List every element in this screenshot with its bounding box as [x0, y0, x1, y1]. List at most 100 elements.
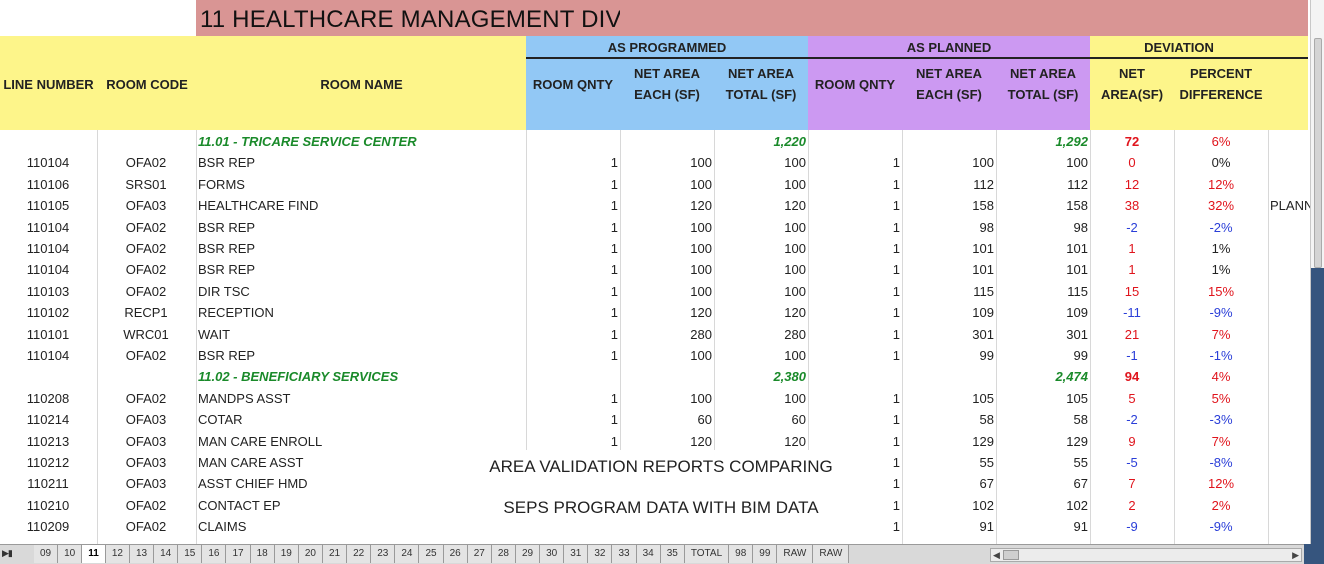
header-l-room-qnty[interactable]: ROOM QNTY [808, 70, 902, 98]
room-code-cell[interactable]: OFA02 [98, 345, 194, 366]
sheet-tab[interactable]: 26 [443, 545, 468, 563]
planned-total-cell[interactable]: 102 [998, 495, 1088, 516]
horizontal-scrollbar[interactable]: ◀ ▶ [990, 548, 1302, 562]
programmed-each-cell[interactable]: 100 [622, 238, 712, 259]
spreadsheet[interactable]: 11 HEALTHCARE MANAGEMENT DIVIS LINE NUMB… [0, 0, 1324, 564]
programmed-qnty-cell[interactable]: 1 [528, 345, 618, 366]
sheet-tab[interactable]: 31 [564, 545, 589, 563]
sheet-tab[interactable]: 33 [612, 545, 637, 563]
sheet-tab[interactable]: 09 [34, 545, 59, 563]
programmed-total-cell[interactable]: 100 [716, 174, 806, 195]
sheet-tab[interactable]: 28 [491, 545, 516, 563]
deviation-cell[interactable]: 38 [1092, 195, 1172, 216]
room-name-cell[interactable]: BSR REP [198, 152, 518, 173]
percent-cell[interactable]: -9% [1176, 302, 1266, 323]
room-name-cell[interactable]: DIR TSC [198, 281, 518, 302]
room-code-cell[interactable]: OFA02 [98, 217, 194, 238]
programmed-each-cell[interactable]: 60 [622, 409, 712, 430]
line-number-cell[interactable]: 110104 [0, 259, 96, 280]
planned-qnty-cell[interactable]: 1 [810, 217, 900, 238]
programmed-qnty-cell[interactable]: 1 [528, 259, 618, 280]
planned-each-cell[interactable]: 98 [904, 217, 994, 238]
overflow-text-cell[interactable]: PLANN [1270, 195, 1310, 216]
percent-cell[interactable]: 12% [1176, 174, 1266, 195]
percent-cell[interactable]: -8% [1176, 452, 1266, 473]
planned-each-cell[interactable]: 105 [904, 388, 994, 409]
room-name-cell[interactable]: MANDPS ASST [198, 388, 518, 409]
programmed-total-cell[interactable]: 100 [716, 388, 806, 409]
programmed-qnty-cell[interactable]: 1 [528, 431, 618, 452]
sheet-tab[interactable]: 27 [467, 545, 492, 563]
table-row[interactable]: 110208 OFA02 MANDPS ASST 1 100 100 1 105 105 5 5% [0, 388, 1310, 409]
sheet-tab[interactable]: 25 [419, 545, 444, 563]
sheet-tab[interactable]: 32 [588, 545, 613, 563]
programmed-each-cell[interactable]: 100 [622, 345, 712, 366]
sheet-tab[interactable]: 17 [226, 545, 251, 563]
sheet-tab[interactable]: 10 [58, 545, 83, 563]
planned-each-cell[interactable]: 58 [904, 409, 994, 430]
programmed-each-cell[interactable]: 120 [622, 195, 712, 216]
sheet-tab[interactable]: 24 [395, 545, 420, 563]
planned-total-cell[interactable]: 91 [998, 516, 1088, 537]
planned-each-cell[interactable]: 158 [904, 195, 994, 216]
room-name-cell[interactable]: ASST CHIEF HMD [198, 473, 518, 494]
table-row[interactable]: 110213 OFA03 MAN CARE ENROLL 1 120 120 1 129 129… [0, 431, 1310, 452]
tab-scroll-arrows-icon[interactable]: ▶▮ [2, 548, 32, 562]
room-code-cell[interactable]: OFA03 [98, 195, 194, 216]
sheet-tab[interactable]: 35 [660, 545, 685, 563]
header-line-number[interactable]: LINE NUMBER [0, 70, 97, 98]
planned-qnty-cell[interactable]: 1 [810, 281, 900, 302]
room-code-cell[interactable]: OFA03 [98, 452, 194, 473]
horizontal-scroll-thumb[interactable] [1003, 550, 1019, 560]
planned-each-cell[interactable]: 101 [904, 259, 994, 280]
table-row[interactable]: 110104 OFA02 BSR REP 1 100 100 1 100 100 0 0% [0, 152, 1310, 173]
planned-total-cell[interactable]: 2,474 [998, 366, 1088, 387]
percent-cell[interactable]: 7% [1176, 431, 1266, 452]
deviation-cell[interactable]: -2 [1092, 409, 1172, 430]
programmed-total-cell[interactable]: 1,220 [716, 131, 806, 152]
table-row[interactable]: 110106 SRS01 FORMS 1 100 100 1 112 112 12 12% [0, 174, 1310, 195]
room-code-cell[interactable]: OFA03 [98, 409, 194, 430]
planned-qnty-cell[interactable]: 1 [810, 409, 900, 430]
sheet-tab[interactable]: 20 [298, 545, 323, 563]
programmed-total-cell[interactable]: 2,380 [716, 366, 806, 387]
room-code-cell[interactable]: OFA02 [98, 152, 194, 173]
programmed-total-cell[interactable]: 100 [716, 345, 806, 366]
programmed-each-cell[interactable]: 100 [622, 152, 712, 173]
room-name-cell[interactable]: FORMS [198, 174, 518, 195]
programmed-total-cell[interactable]: 100 [716, 217, 806, 238]
room-name-cell[interactable]: CLAIMS [198, 516, 518, 537]
line-number-cell[interactable]: 110101 [0, 324, 96, 345]
line-number-cell[interactable]: 110213 [0, 431, 96, 452]
planned-total-cell[interactable]: 158 [998, 195, 1088, 216]
programmed-qnty-cell[interactable]: 1 [528, 324, 618, 345]
sheet-tab[interactable]: 29 [515, 545, 541, 563]
percent-cell[interactable]: 4% [1176, 366, 1266, 387]
table-row[interactable]: 110104 OFA02 BSR REP 1 100 100 1 99 99 -1 -1% [0, 345, 1310, 366]
room-code-cell[interactable]: OFA02 [98, 495, 194, 516]
planned-qnty-cell[interactable]: 1 [810, 238, 900, 259]
programmed-total-cell[interactable]: 280 [716, 324, 806, 345]
line-number-cell[interactable]: 110209 [0, 516, 96, 537]
line-number-cell[interactable]: 110211 [0, 473, 96, 494]
percent-cell[interactable]: 6% [1176, 131, 1266, 152]
sheet-tab[interactable]: 13 [129, 545, 155, 563]
programmed-each-cell[interactable]: 100 [622, 281, 712, 302]
programmed-total-cell[interactable]: 100 [716, 238, 806, 259]
header-l-net-total[interactable]: NET AREA TOTAL (SF) [996, 62, 1090, 106]
sheet-tab[interactable]: 21 [322, 545, 348, 563]
sheet-tab[interactable]: TOTAL [684, 545, 730, 563]
section-name-cell[interactable]: 11.01 - TRICARE SERVICE CENTER [198, 131, 518, 152]
planned-qnty-cell[interactable]: 1 [810, 259, 900, 280]
sheet-tab[interactable]: 15 [178, 545, 203, 563]
planned-total-cell[interactable]: 101 [998, 259, 1088, 280]
programmed-total-cell[interactable]: 60 [716, 409, 806, 430]
room-name-cell[interactable]: MAN CARE ASST [198, 452, 518, 473]
scroll-right-icon[interactable]: ▶ [1292, 549, 1299, 561]
planned-each-cell[interactable]: 101 [904, 238, 994, 259]
percent-cell[interactable]: -9% [1176, 516, 1266, 537]
sheet-tab[interactable]: 99 [753, 545, 778, 563]
planned-total-cell[interactable]: 109 [998, 302, 1088, 323]
table-row[interactable]: 110104 OFA02 BSR REP 1 100 100 1 101 101 1 1% [0, 259, 1310, 280]
table-row[interactable]: 110101 WRC01 WAIT 1 280 280 1 301 301 21 7% [0, 324, 1310, 345]
